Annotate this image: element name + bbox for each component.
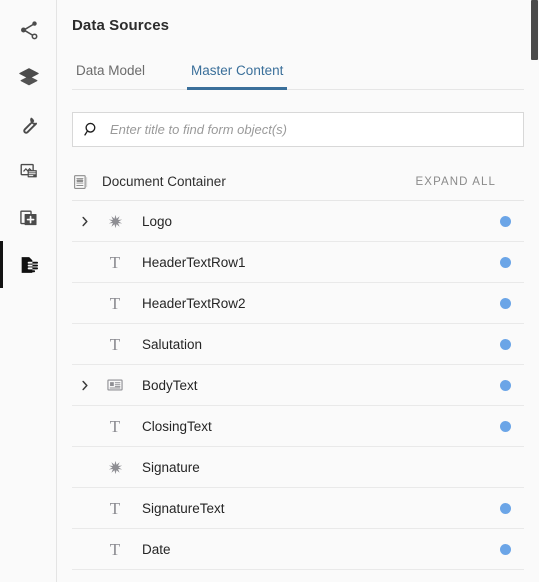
text-icon: T	[109, 498, 121, 518]
binding-dot	[499, 215, 511, 227]
page-title: Data Sources	[72, 17, 170, 34]
data-sources-panel: Data Sources Data Model Master Content E…	[0, 0, 539, 582]
binding-dot	[499, 297, 511, 309]
binding-indicator	[498, 420, 524, 432]
tree-row[interactable]: T Salutation	[72, 324, 524, 365]
text-icon: T	[109, 334, 121, 354]
tree-row[interactable]: T HeaderTextRow1	[72, 242, 524, 283]
binding-dot	[499, 420, 511, 432]
tree-row-label: ClosingText	[142, 418, 212, 434]
document-container-header: Document Container EXPAND ALL	[72, 167, 524, 201]
tab-bar: Data Model Master Content	[72, 51, 524, 90]
binding-dot	[499, 543, 511, 555]
rail-item-add-page[interactable]	[0, 194, 57, 241]
share-icon	[18, 19, 40, 41]
rail-item-data-sources[interactable]	[0, 241, 57, 288]
tree-row-label: Logo	[142, 213, 173, 229]
search-input[interactable]	[110, 122, 513, 137]
tree-row-label: Salutation	[142, 336, 203, 352]
tree-row[interactable]: Logo	[72, 201, 524, 242]
text-icon: T	[109, 539, 121, 559]
search-icon	[83, 121, 100, 138]
document-container-label: Document Container	[102, 174, 226, 189]
main-panel: Data Sources Data Model Master Content E…	[57, 0, 539, 582]
search-box[interactable]	[72, 112, 524, 147]
tree-row-label: HeaderTextRow1	[142, 254, 246, 270]
scrollbar-track[interactable]	[530, 0, 539, 582]
text-icon: T	[109, 252, 121, 272]
binding-indicator	[498, 502, 524, 514]
tab-data-model[interactable]: Data Model	[72, 63, 149, 89]
chevron-right-icon[interactable]	[72, 380, 98, 391]
wrench-icon	[18, 113, 40, 135]
icon-rail	[0, 0, 57, 582]
asterisk-icon	[98, 459, 132, 476]
tree-row-label: SignatureText	[142, 500, 225, 516]
expand-all-button[interactable]: EXPAND ALL	[416, 176, 524, 188]
rail-item-fragment[interactable]	[0, 147, 57, 194]
tree-row-label: HeaderTextRow2	[142, 295, 246, 311]
search-area	[72, 112, 524, 147]
chevron-right-icon[interactable]	[72, 216, 98, 227]
rail-item-layers[interactable]	[0, 53, 57, 100]
text-icon: T	[109, 416, 121, 436]
tree-row[interactable]: T SignatureText	[72, 488, 524, 529]
asterisk-icon	[98, 213, 132, 230]
tree-row[interactable]: T Date	[72, 529, 524, 570]
rail-item-tools[interactable]	[0, 100, 57, 147]
tree-row-label: Signature	[142, 459, 200, 475]
tab-master-content[interactable]: Master Content	[187, 63, 288, 90]
binding-dot	[499, 502, 511, 514]
tree-row-label: Date	[142, 541, 171, 557]
binding-indicator	[498, 297, 524, 309]
data-sources-icon	[18, 254, 40, 276]
scrollbar-thumb[interactable]	[531, 0, 538, 60]
tree-row[interactable]: Signature	[72, 447, 524, 488]
binding-indicator	[498, 543, 524, 555]
layers-icon	[18, 66, 40, 88]
tree-row[interactable]: T HeaderTextRow2	[72, 283, 524, 324]
binding-dot	[499, 338, 511, 350]
document-container-icon	[72, 173, 100, 191]
binding-indicator	[498, 338, 524, 350]
binding-dot	[499, 256, 511, 268]
rich-text-icon	[98, 376, 132, 394]
rail-item-share[interactable]	[0, 6, 57, 53]
text-icon: T	[109, 293, 121, 313]
fragment-icon	[18, 160, 40, 182]
master-content-tree: Logo T HeaderTextRow1 T HeaderTextRow2 T Salut…	[72, 201, 524, 570]
binding-indicator	[498, 379, 524, 391]
binding-dot	[499, 379, 511, 391]
tree-row-label: BodyText	[142, 377, 198, 393]
add-page-icon	[18, 207, 40, 229]
tree-row[interactable]: T ClosingText	[72, 406, 524, 447]
binding-indicator	[498, 462, 524, 473]
binding-indicator	[498, 256, 524, 268]
binding-indicator	[498, 215, 524, 227]
tree-row[interactable]: BodyText	[72, 365, 524, 406]
